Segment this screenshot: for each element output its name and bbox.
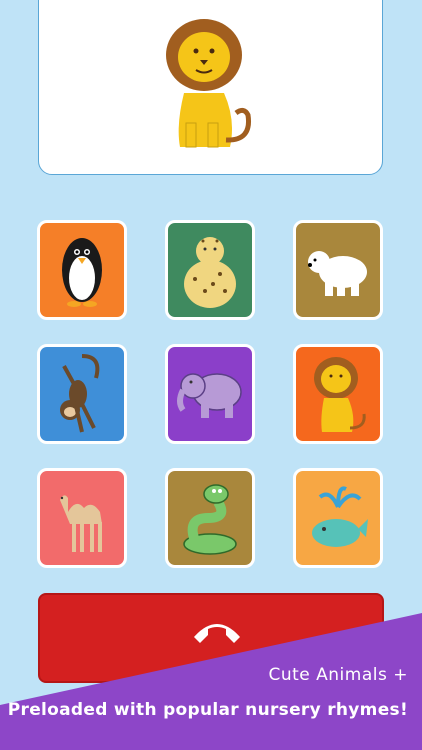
polar-bear-icon — [308, 251, 367, 296]
tile-polar-bear[interactable] — [293, 220, 383, 320]
tile-leopard[interactable] — [165, 220, 255, 320]
tile-penguin[interactable] — [37, 220, 127, 320]
lion-icon — [314, 357, 366, 432]
animal-display — [38, 0, 383, 175]
banner-line-1: Cute Animals + — [268, 665, 408, 685]
phone-hangup-icon — [194, 624, 240, 643]
penguin-icon — [62, 238, 102, 307]
tile-whale[interactable] — [293, 468, 383, 568]
tile-monkey[interactable] — [37, 344, 127, 444]
tile-camel[interactable] — [37, 468, 127, 568]
camel-icon — [60, 495, 102, 552]
tile-snake[interactable] — [165, 468, 255, 568]
banner-line-2: Preloaded with popular nursery rhymes! — [7, 700, 408, 720]
elephant-icon — [177, 373, 242, 418]
whale-icon — [312, 486, 368, 547]
leopard-icon — [184, 237, 236, 308]
lion-icon — [165, 19, 251, 148]
tile-lion[interactable] — [293, 344, 383, 444]
tile-elephant[interactable] — [165, 344, 255, 444]
monkey-icon — [60, 354, 100, 433]
snake-icon — [183, 484, 237, 555]
